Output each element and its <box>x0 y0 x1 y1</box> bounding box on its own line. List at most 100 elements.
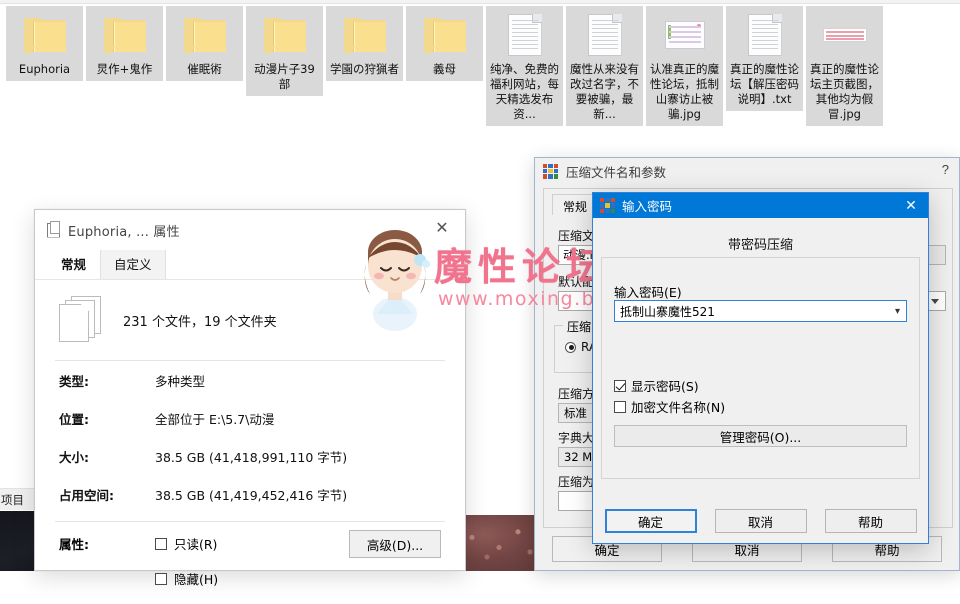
chevron-down-icon[interactable]: ▾ <box>895 306 903 317</box>
winrar-icon <box>600 198 615 213</box>
file-tile[interactable]: 真正的魔性论坛【解压密码说明】.txt <box>726 6 803 111</box>
chevron-down-icon <box>931 298 939 304</box>
split-volumes-label: 压缩为 <box>558 475 595 489</box>
winrar-title: 压缩文件名和参数 <box>566 164 667 180</box>
archive-format-label: 压缩 <box>563 318 596 335</box>
text-file-icon <box>501 12 549 58</box>
advanced-button[interactable]: 高级(D)... <box>349 530 441 558</box>
checkbox-label: 只读(R) <box>174 537 218 552</box>
file-tile[interactable]: 学園の狩猟者 <box>326 6 403 81</box>
password-input-value: 抵制山寨魔性521 <box>620 304 715 319</box>
properties-summary: 231 个文件，19 个文件夹 <box>53 280 447 360</box>
file-tile[interactable]: 義母 <box>406 6 483 81</box>
checkbox-label: 加密文件名称(N) <box>631 400 726 415</box>
tab-general[interactable]: 常规 <box>47 248 100 279</box>
property-key: 占用空间: <box>59 487 114 503</box>
enter-password-dialog: 输入密码 ✕ 带密码压缩 输入密码(E) 抵制山寨魔性521 ▾ 显示密码(S)… <box>592 192 929 544</box>
file-tile[interactable]: 魔性从来没有改过名字，不要被骗，最新... <box>566 6 643 126</box>
properties-titlebar: Euphoria, ... 属性 ✕ <box>35 210 465 250</box>
multi-file-icon <box>59 296 101 344</box>
checkbox-box <box>614 400 626 413</box>
file-tile[interactable]: 认准真正的魔性论坛，抵制山寨访止被骗.jpg <box>646 6 723 126</box>
file-count-label: 231 个文件，19 个文件夹 <box>123 314 277 330</box>
image-file-icon <box>661 12 709 58</box>
properties-attributes: 属性: 只读(R) 隐藏(H) 高级(D)... <box>53 522 447 604</box>
winrar-icon <box>543 163 558 179</box>
profile-label: 默认配 <box>558 275 595 289</box>
file-tile[interactable]: Euphoria <box>6 6 83 81</box>
multi-file-icon <box>47 220 60 238</box>
folder-icon <box>261 12 309 58</box>
show-password-checkbox[interactable]: 显示密码(S) <box>614 376 699 395</box>
password-button-row: 确定 取消 帮助 <box>593 509 928 533</box>
file-label: 动漫片子39部 <box>254 62 315 91</box>
property-value: 38.5 GB (41,418,991,110 字节) <box>155 449 348 465</box>
file-label: 真正的魔性论坛主页截图，其他均为假冒.jpg <box>810 62 879 121</box>
help-button[interactable]: 帮助 <box>824 509 917 533</box>
checkbox-box <box>155 537 167 550</box>
property-value: 全部位于 E:\5.7\动漫 <box>155 411 275 427</box>
property-key: 类型: <box>59 373 89 389</box>
tab-customize[interactable]: 自定义 <box>100 248 166 279</box>
property-row-type: 类型: 多种类型 <box>53 361 447 399</box>
hidden-checkbox[interactable]: 隐藏(H) <box>155 569 218 588</box>
properties-tabstrip: 常规 自定义 <box>35 248 465 280</box>
password-dialog-title: 输入密码 <box>622 199 673 214</box>
file-tile[interactable]: 真正的魔性论坛主页截图，其他均为假冒.jpg <box>806 6 883 126</box>
password-fields-panel: 输入密码(E) 抵制山寨魔性521 ▾ 显示密码(S) 加密文件名称(N) 管理… <box>601 257 920 479</box>
file-label: 认准真正的魔性论坛，抵制山寨访止被骗.jpg <box>650 62 719 121</box>
folder-icon <box>341 12 389 58</box>
attributes-label: 属性: <box>59 537 89 552</box>
file-tile[interactable]: 纯净、免费的福利网站，每天精选发布资... <box>486 6 563 126</box>
explorer-toolbar-edge <box>0 0 960 4</box>
file-label: 催眠術 <box>187 62 222 76</box>
property-key: 位置: <box>59 411 89 427</box>
encrypt-filenames-checkbox[interactable]: 加密文件名称(N) <box>614 397 725 416</box>
folder-properties-window: Euphoria, ... 属性 ✕ 常规 自定义 231 个文件，19 个文件… <box>34 209 466 587</box>
radio-button <box>565 341 576 353</box>
file-tile[interactable]: 催眠術 <box>166 6 243 81</box>
close-icon[interactable]: ✕ <box>894 193 928 218</box>
ok-button[interactable]: 确定 <box>604 509 697 533</box>
file-tile[interactable]: 炅作+鬼作 <box>86 6 163 81</box>
property-value: 38.5 GB (41,419,452,416 字节) <box>155 487 348 503</box>
file-label: 義母 <box>433 62 456 76</box>
checkbox-label: 隐藏(H) <box>174 572 219 587</box>
folder-icon <box>421 12 469 58</box>
password-input-label: 输入密码(E) <box>614 285 682 300</box>
close-icon[interactable]: ✕ <box>419 210 465 246</box>
text-file-icon <box>741 12 789 58</box>
folder-icon <box>181 12 229 58</box>
property-row-size: 大小: 38.5 GB (41,418,991,110 字节) <box>53 437 447 475</box>
readonly-checkbox[interactable]: 只读(R) <box>155 534 218 553</box>
explorer-status-fragment: 项目 <box>0 488 34 510</box>
folder-icon <box>21 12 69 58</box>
file-grid: Euphoria 炅作+鬼作 催眠術 动漫片子39部 学園の狩猟者 義母 纯净、… <box>6 6 883 126</box>
properties-body: 231 个文件，19 个文件夹 类型: 多种类型 位置: 全部位于 E:\5.7… <box>35 280 465 604</box>
file-label: Euphoria <box>18 62 71 76</box>
text-file-icon <box>581 12 629 58</box>
password-titlebar: 输入密码 ✕ <box>593 193 928 218</box>
file-label: 魔性从来没有改过名字，不要被骗，最新... <box>570 62 639 121</box>
checkbox-box <box>614 379 626 392</box>
page-title: Euphoria, ... 属性 <box>68 224 180 240</box>
checkbox-label: 显示密码(S) <box>631 379 699 394</box>
cancel-button[interactable]: 取消 <box>714 509 807 533</box>
property-value: 多种类型 <box>155 373 206 389</box>
file-label: 学園の狩猟者 <box>330 62 399 76</box>
winrar-titlebar: 压缩文件名和参数 ? <box>535 158 959 184</box>
folder-icon <box>101 12 149 58</box>
checkbox-box <box>155 572 167 585</box>
image-file-icon <box>821 12 869 58</box>
manage-passwords-button[interactable]: 管理密码(O)... <box>614 425 907 447</box>
file-label: 炅作+鬼作 <box>96 62 153 76</box>
property-row-location: 位置: 全部位于 E:\5.7\动漫 <box>53 399 447 437</box>
property-row-size-on-disk: 占用空间: 38.5 GB (41,419,452,416 字节) <box>53 475 447 513</box>
file-label: 真正的魔性论坛【解压密码说明】.txt <box>730 62 799 106</box>
help-icon[interactable]: ? <box>942 162 949 177</box>
property-key: 大小: <box>59 449 89 465</box>
file-tile[interactable]: 动漫片子39部 <box>246 6 323 96</box>
password-input[interactable]: 抵制山寨魔性521 ▾ <box>614 300 907 322</box>
compression-method-label: 压缩方 <box>558 387 595 401</box>
dictionary-size-label: 字典大 <box>558 431 595 445</box>
